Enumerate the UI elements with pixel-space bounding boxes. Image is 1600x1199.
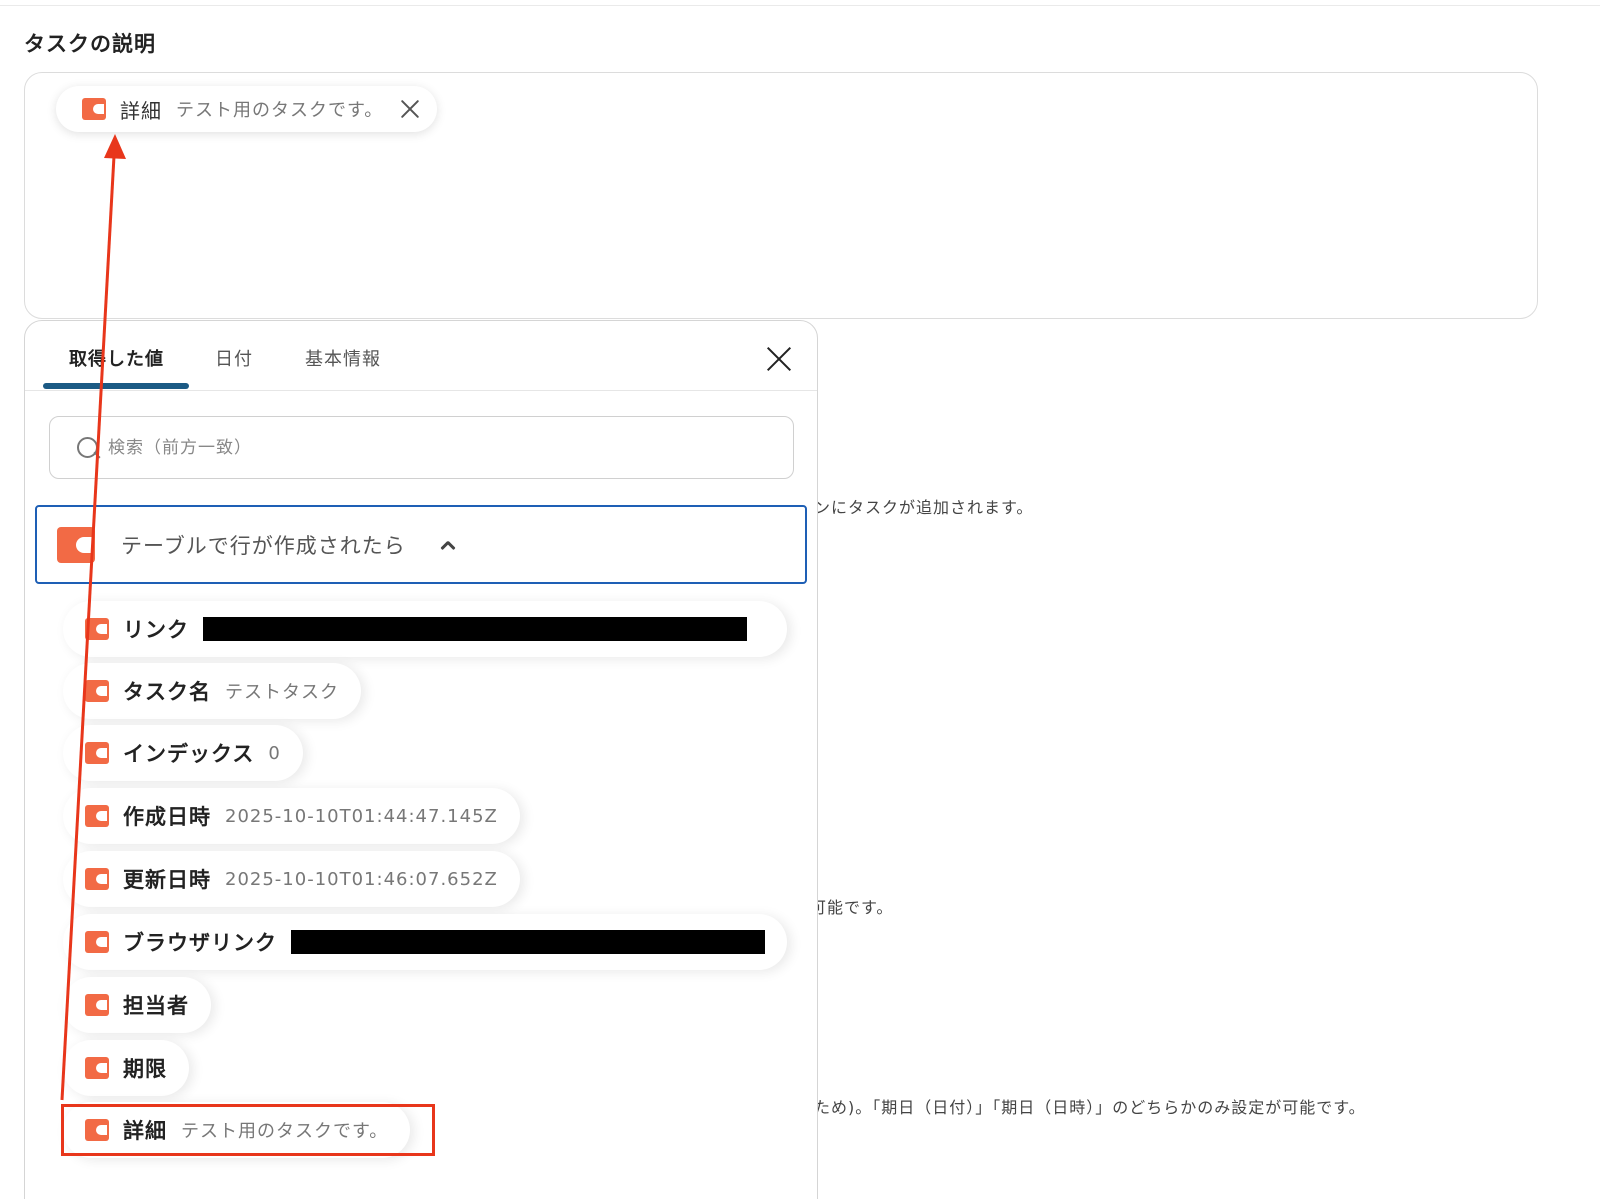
list-item[interactable]: 作成日時 2025-10-10T01:44:47.145Z	[63, 788, 520, 844]
list-item[interactable]: リンク	[63, 601, 787, 657]
search-field[interactable]	[49, 416, 794, 479]
item-key: インデックス	[123, 742, 255, 766]
redacted-value	[203, 617, 747, 641]
app-icon	[85, 618, 109, 640]
tab-retrieved-values[interactable]: 取得した値	[69, 345, 164, 371]
app-icon	[57, 526, 95, 563]
list-item[interactable]: タスク名 テストタスク	[63, 663, 361, 719]
search-icon	[76, 436, 100, 460]
item-key: 更新日時	[123, 868, 211, 892]
close-icon[interactable]	[765, 345, 793, 373]
item-key: 担当者	[123, 994, 189, 1018]
list-item[interactable]: 担当者	[63, 977, 211, 1033]
app-icon	[85, 994, 109, 1016]
background-help-text: ため)。「期日（日付）」「期日（日時）」のどちらかのみ設定が可能です。	[814, 1098, 1366, 1117]
search-input[interactable]	[108, 437, 708, 458]
highlight-box	[61, 1104, 435, 1156]
item-value: 2025-10-10T01:44:47.145Z	[225, 805, 498, 827]
tab-date[interactable]: 日付	[215, 345, 253, 371]
item-value: テストタスク	[225, 682, 339, 703]
item-key: リンク	[123, 618, 189, 642]
chevron-up-icon	[440, 537, 456, 553]
app-icon	[85, 868, 109, 890]
item-key: タスク名	[123, 680, 211, 704]
app-icon	[85, 805, 109, 827]
top-divider	[0, 5, 1600, 6]
app-icon	[85, 742, 109, 764]
panel-tabs: 取得した値 日付 基本情報	[25, 321, 817, 391]
chip-remove-icon[interactable]	[399, 98, 421, 120]
app-icon	[85, 680, 109, 702]
chip-key: 詳細	[120, 98, 162, 123]
redacted-value	[291, 930, 765, 954]
list-item[interactable]: ブラウザリンク	[63, 914, 787, 970]
section-title: タスクの説明	[24, 32, 156, 56]
list-item[interactable]: 期限	[63, 1040, 189, 1096]
app-icon	[85, 931, 109, 953]
app-icon	[82, 98, 106, 120]
background-help-text: ンにタスクが追加されます。	[814, 498, 1034, 517]
description-value-chip[interactable]: 詳細 テスト用のタスクです。	[56, 86, 438, 132]
list-item[interactable]: 更新日時 2025-10-10T01:46:07.652Z	[63, 851, 520, 907]
group-header-trigger[interactable]: テーブルで行が作成されたら	[35, 505, 807, 584]
item-key: ブラウザリンク	[123, 931, 277, 955]
group-label: テーブルで行が作成されたら	[121, 533, 406, 558]
background-help-text: 可能です。	[810, 898, 894, 917]
item-key: 作成日時	[123, 805, 211, 829]
value-picker-panel: 取得した値 日付 基本情報 テーブルで行が作成されたら リンク タスク名 テスト…	[24, 320, 818, 1199]
app-icon	[85, 1057, 109, 1079]
item-value: 2025-10-10T01:46:07.652Z	[225, 868, 498, 890]
chip-value: テスト用のタスクです。	[176, 100, 384, 121]
tab-basic-info[interactable]: 基本情報	[305, 345, 381, 371]
item-value: 0	[268, 742, 281, 764]
item-key: 期限	[123, 1057, 167, 1081]
list-item[interactable]: インデックス 0	[63, 725, 303, 781]
active-tab-indicator	[43, 383, 189, 389]
